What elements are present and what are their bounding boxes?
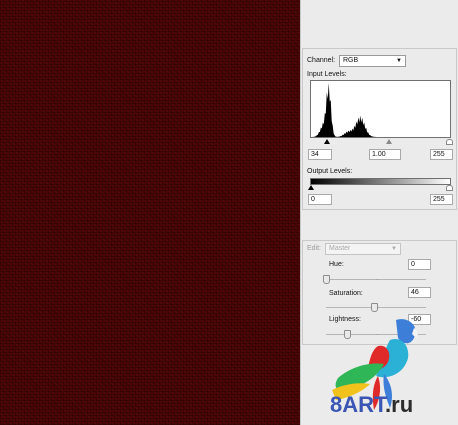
watermark-ext-text: .ru: [385, 392, 414, 417]
channel-select-value: RGB: [343, 57, 359, 64]
saturation-label: Saturation:: [329, 290, 363, 297]
output-gradient: [310, 178, 451, 185]
histogram: [310, 80, 451, 138]
input-black-slider[interactable]: [324, 139, 330, 144]
chevron-down-icon: ▼: [391, 246, 397, 252]
input-white-slider[interactable]: [446, 139, 453, 145]
output-black-slider[interactable]: [308, 185, 314, 190]
output-white-slider[interactable]: [446, 185, 453, 191]
chevron-down-icon: ▼: [396, 58, 402, 64]
input-white-field[interactable]: 255: [430, 149, 453, 160]
image-canvas[interactable]: [0, 0, 300, 425]
hue-label: Hue:: [329, 261, 344, 268]
hue-center-mark: [376, 279, 379, 280]
site-watermark: 8ART.ru: [330, 392, 413, 418]
output-white-field[interactable]: 255: [430, 194, 453, 205]
hue-slider-thumb[interactable]: [323, 275, 330, 284]
output-black-field[interactable]: 0: [308, 194, 332, 205]
input-black-field[interactable]: 34: [308, 149, 332, 160]
input-gamma-slider[interactable]: [386, 139, 392, 144]
saturation-slider-thumb[interactable]: [371, 303, 378, 312]
input-gamma-field[interactable]: 1.00: [369, 149, 401, 160]
histogram-bars: [311, 82, 450, 137]
edit-select-value: Master: [329, 245, 351, 252]
input-levels-label: Input Levels:: [307, 71, 347, 78]
channel-select[interactable]: RGB ▼: [339, 55, 406, 67]
watermark-main-text: 8ART: [330, 392, 386, 417]
channel-label: Channel:: [307, 57, 336, 64]
edit-label: Edit:: [307, 245, 322, 252]
hue-field[interactable]: 0: [408, 259, 431, 270]
output-levels-label: Output Levels:: [307, 168, 353, 175]
edit-select[interactable]: Master ▼: [325, 243, 401, 255]
saturation-field[interactable]: 46: [408, 287, 431, 298]
